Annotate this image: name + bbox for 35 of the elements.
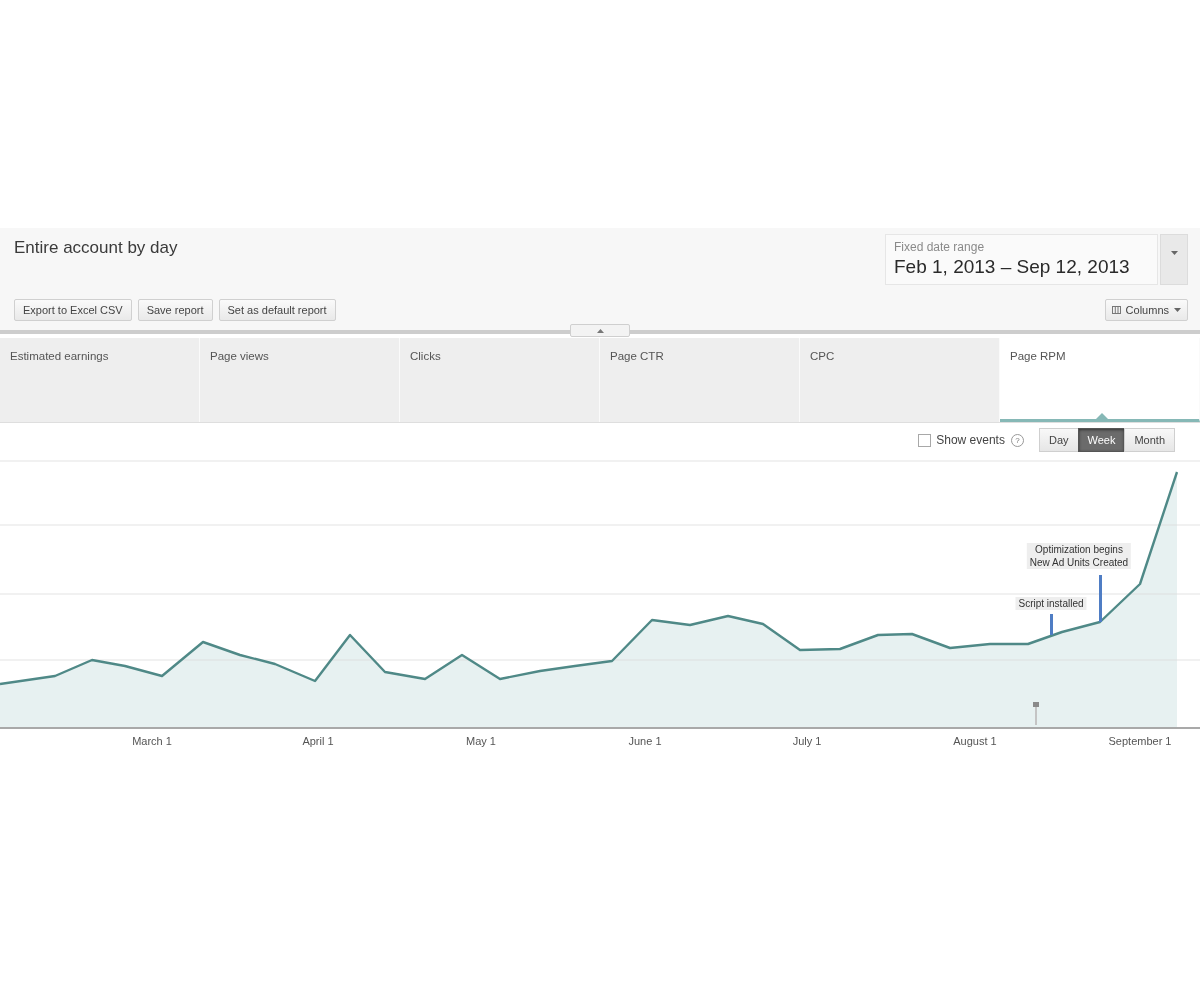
event-label: Script installed xyxy=(1015,597,1087,610)
axis-label: June 1 xyxy=(628,735,662,747)
caret-icon xyxy=(596,328,604,333)
axis-label: March 1 xyxy=(132,735,172,747)
event-marker[interactable] xyxy=(1050,614,1053,635)
show-events-checkbox[interactable] xyxy=(918,433,932,447)
event-label: Optimization begins New Ad Units Created xyxy=(1026,543,1132,569)
axis-label: August 1 xyxy=(953,735,997,747)
metric-tab[interactable]: Page RPM xyxy=(1000,338,1200,422)
caret-icon xyxy=(1174,308,1181,312)
action-button[interactable]: Save report xyxy=(137,299,213,321)
metric-tab[interactable]: Page views xyxy=(200,338,400,422)
metric-tab[interactable]: Clicks xyxy=(400,338,600,422)
action-button[interactable]: Export to Excel CSV xyxy=(14,299,132,321)
flag-icon[interactable] xyxy=(1033,702,1039,725)
axis-label: September 1 xyxy=(1108,735,1172,747)
axis-label: July 1 xyxy=(792,735,822,747)
axis-label: April 1 xyxy=(302,735,334,747)
collapse-button[interactable] xyxy=(570,324,630,337)
granularity-toggle[interactable]: Week xyxy=(1077,428,1126,452)
axis-label: May 1 xyxy=(466,735,496,747)
metric-tab[interactable]: CPC xyxy=(800,338,1000,422)
granularity-toggle[interactable]: Month xyxy=(1124,428,1175,452)
granularity-toggle[interactable]: Day xyxy=(1038,428,1079,452)
date-range-dropdown[interactable] xyxy=(1160,234,1188,285)
grid-icon xyxy=(1111,306,1121,314)
checkbox-label: Show events xyxy=(936,433,1005,447)
report-title: Entire account by day xyxy=(14,238,178,258)
action-button[interactable]: Set as default report xyxy=(218,299,336,321)
metric-tab[interactable]: Page CTR xyxy=(600,338,800,422)
metric-tab[interactable]: Estimated earnings xyxy=(0,338,200,422)
caret-icon xyxy=(1170,251,1178,255)
columns-button[interactable]: Columns xyxy=(1104,299,1188,321)
date-range-field[interactable]: Fixed date range Feb 1, 2013 – Sep 12, 2013 xyxy=(885,234,1158,285)
event-marker[interactable] xyxy=(1099,575,1102,622)
